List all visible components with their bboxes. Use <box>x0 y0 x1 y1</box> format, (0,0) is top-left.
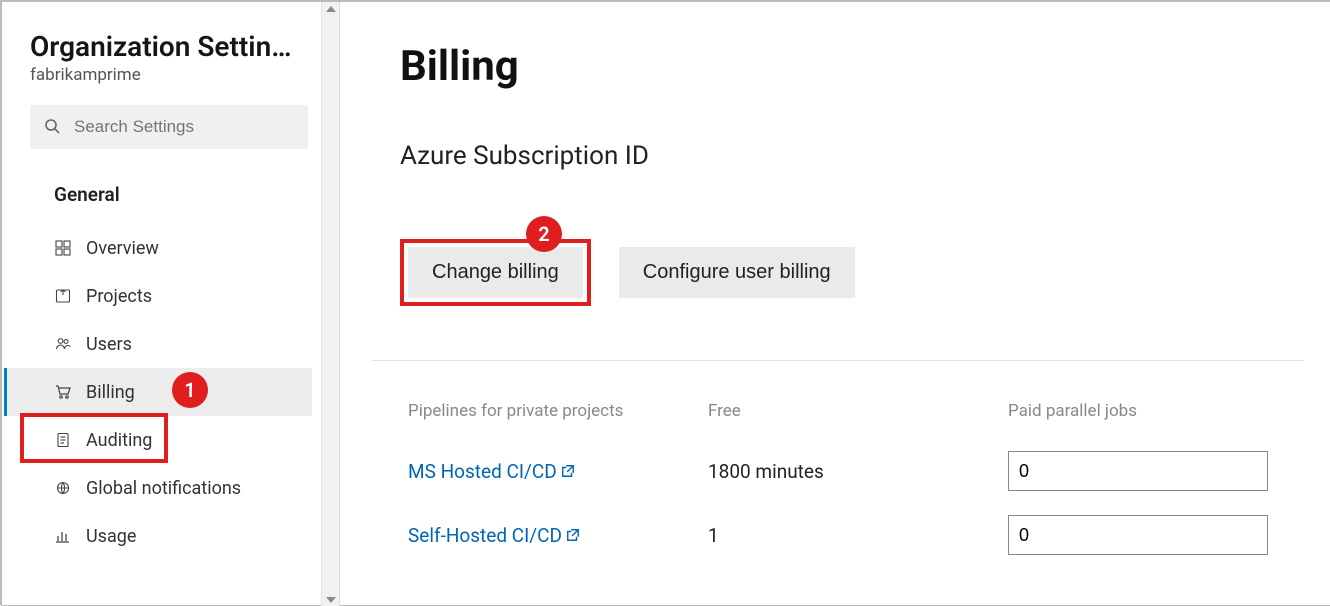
sidebar-subtitle: fabrikamprime <box>30 65 323 85</box>
scroll-down-icon <box>326 597 336 603</box>
configure-user-billing-button[interactable]: Configure user billing <box>619 247 855 298</box>
link-label: MS Hosted CI/CD <box>408 460 557 483</box>
sidebar: Organization Settin… fabrikamprime Gener… <box>2 2 340 606</box>
self-hosted-link[interactable]: Self-Hosted CI/CD <box>408 524 580 547</box>
section-title-subscription: Azure Subscription ID <box>400 141 1330 171</box>
search-settings-box[interactable] <box>30 105 308 149</box>
sidebar-item-global-notifications[interactable]: Global notifications <box>4 464 312 512</box>
billing-button-row: Change billing Configure user billing <box>400 239 1330 306</box>
link-label: Self-Hosted CI/CD <box>408 524 562 547</box>
col-header-pipelines: Pipelines for private projects <box>400 391 700 439</box>
sidebar-scrollbar[interactable] <box>321 2 339 606</box>
cart-icon <box>54 383 72 401</box>
external-link-icon <box>566 528 580 542</box>
paid-jobs-input-self[interactable] <box>1008 515 1268 555</box>
sidebar-item-users[interactable]: Users <box>4 320 312 368</box>
sidebar-item-label: Usage <box>86 526 136 547</box>
sidebar-title: Organization Settin… <box>30 30 323 63</box>
ms-hosted-link[interactable]: MS Hosted CI/CD <box>408 460 575 483</box>
free-value: 1 <box>700 503 1000 567</box>
pipelines-table-wrap: Pipelines for private projects Free Paid… <box>400 391 1330 567</box>
paid-jobs-input-ms[interactable] <box>1008 451 1268 491</box>
external-link-icon <box>561 464 575 478</box>
change-billing-button[interactable]: Change billing <box>408 247 583 298</box>
search-icon <box>44 118 62 136</box>
divider <box>372 360 1304 361</box>
sidebar-item-label: Billing <box>86 382 135 403</box>
sidebar-item-label: Overview <box>86 238 159 259</box>
table-row: MS Hosted CI/CD 1800 minutes <box>400 439 1292 503</box>
sidebar-item-projects[interactable]: Projects <box>4 272 312 320</box>
col-header-paid: Paid parallel jobs <box>1000 391 1292 439</box>
pipelines-table: Pipelines for private projects Free Paid… <box>400 391 1292 567</box>
sidebar-item-billing[interactable]: Billing <box>4 368 312 416</box>
app-root: Organization Settin… fabrikamprime Gener… <box>2 2 1330 606</box>
sidebar-item-label: Auditing <box>86 430 152 451</box>
sidebar-item-usage[interactable]: Usage <box>4 512 312 560</box>
sidebar-item-label: Projects <box>86 286 152 307</box>
sidebar-item-label: Global notifications <box>86 478 241 499</box>
annotation-box-2: Change billing <box>400 239 591 306</box>
projects-icon <box>54 287 72 305</box>
col-header-free: Free <box>700 391 1000 439</box>
sidebar-nav: Overview Projects <box>30 224 323 560</box>
sidebar-section-general: General <box>54 183 323 206</box>
search-input[interactable] <box>72 116 294 138</box>
users-icon <box>54 335 72 353</box>
page-title: Billing <box>400 42 1330 91</box>
usage-icon <box>54 527 72 545</box>
overview-icon <box>54 239 72 257</box>
sidebar-item-overview[interactable]: Overview <box>4 224 312 272</box>
auditing-icon <box>54 431 72 449</box>
sidebar-item-auditing[interactable]: Auditing <box>4 416 312 464</box>
free-value: 1800 minutes <box>700 439 1000 503</box>
main-content: Billing Azure Subscription ID Change bil… <box>340 2 1330 606</box>
notifications-icon <box>54 479 72 497</box>
scroll-up-icon <box>326 6 336 12</box>
sidebar-item-label: Users <box>86 334 132 355</box>
table-row: Self-Hosted CI/CD 1 <box>400 503 1292 567</box>
